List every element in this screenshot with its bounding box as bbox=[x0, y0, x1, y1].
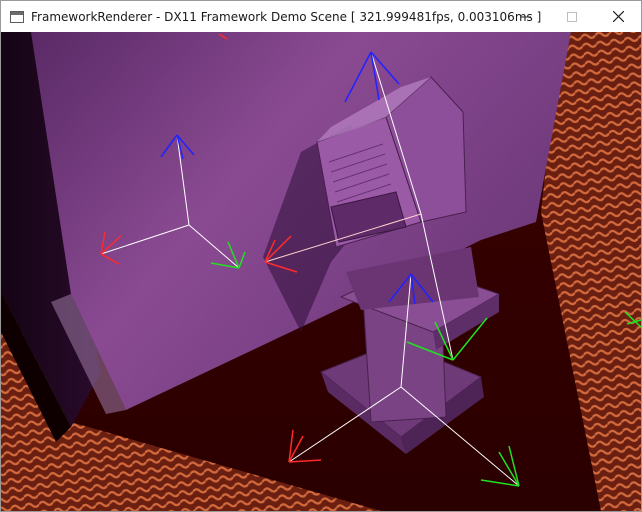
title-bar[interactable]: FrameworkRenderer - DX11 Framework Demo … bbox=[1, 1, 641, 32]
window-title: FrameworkRenderer - DX11 Framework Demo … bbox=[31, 9, 542, 24]
app-window-icon bbox=[10, 10, 24, 23]
window-controls bbox=[503, 1, 641, 32]
maximize-icon bbox=[567, 11, 577, 22]
scene-canvas bbox=[1, 32, 641, 511]
minimize-icon bbox=[521, 16, 531, 17]
app-window: FrameworkRenderer - DX11 Framework Demo … bbox=[0, 0, 642, 512]
minimize-button[interactable] bbox=[503, 1, 549, 32]
maximize-button[interactable] bbox=[549, 1, 595, 32]
close-icon bbox=[612, 11, 624, 22]
close-button[interactable] bbox=[595, 1, 641, 32]
render-viewport[interactable] bbox=[1, 32, 641, 511]
